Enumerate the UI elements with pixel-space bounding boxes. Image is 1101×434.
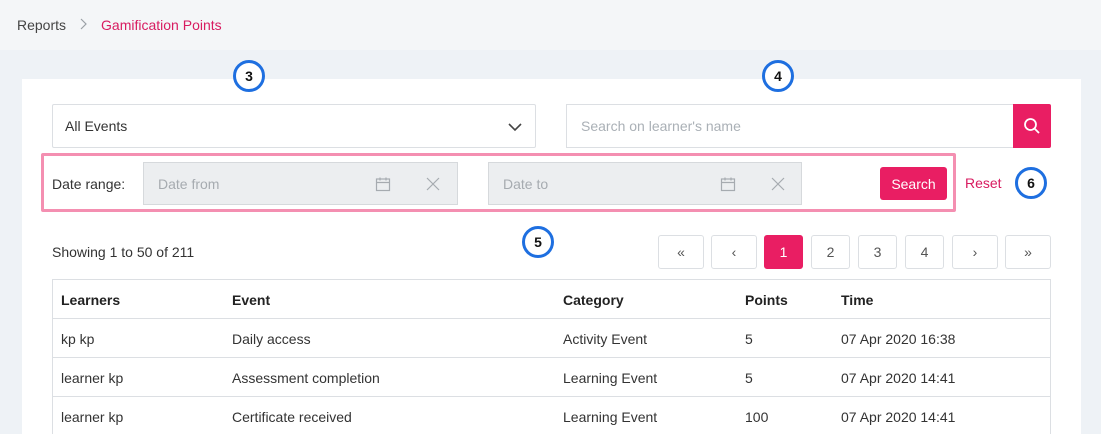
column-header-time[interactable]: Time (841, 292, 873, 308)
cell-time: 07 Apr 2020 16:38 (841, 331, 956, 347)
annotation-marker-6: 6 (1015, 167, 1047, 199)
cell-learner: kp kp (61, 331, 95, 347)
results-count: Showing 1 to 50 of 211 (52, 244, 195, 260)
date-range-label: Date range: (52, 176, 126, 192)
breadcrumb-reports[interactable]: Reports (17, 17, 66, 33)
event-select-value: All Events (65, 118, 128, 134)
cell-points: 100 (745, 409, 769, 425)
clear-icon[interactable] (770, 176, 786, 192)
column-header-event[interactable]: Event (232, 292, 270, 308)
cell-points: 5 (745, 331, 753, 347)
cell-time: 07 Apr 2020 14:41 (841, 370, 956, 386)
event-select[interactable]: All Events (52, 104, 536, 148)
breadcrumb-current: Gamification Points (101, 17, 222, 33)
annotation-marker-5: 5 (522, 226, 554, 258)
column-header-points[interactable]: Points (745, 292, 788, 308)
pagination-page-3[interactable]: 3 (858, 235, 897, 269)
table-header-row: Learners Event Category Points Time (53, 280, 1050, 319)
pagination-prev[interactable]: ‹ (711, 235, 757, 269)
table-row: kp kp Daily access Activity Event 5 07 A… (53, 319, 1050, 358)
cell-category: Activity Event (563, 331, 648, 347)
pagination-last[interactable]: » (1005, 235, 1051, 269)
cell-category: Learning Event (563, 409, 658, 425)
cell-event: Certificate received (232, 409, 352, 425)
learner-search-input[interactable]: Search on learner's name (566, 104, 1014, 148)
pagination-first[interactable]: « (658, 235, 704, 269)
date-to-field[interactable]: Date to (488, 162, 802, 205)
cell-time: 07 Apr 2020 14:41 (841, 409, 956, 425)
chevron-right-icon (79, 18, 88, 33)
table-row: learner kp Certificate received Learning… (53, 397, 1050, 434)
pagination-next[interactable]: › (952, 235, 998, 269)
search-icon-button[interactable] (1013, 104, 1051, 148)
calendar-icon[interactable] (720, 176, 736, 192)
cell-event: Daily access (232, 331, 311, 347)
cell-learner: learner kp (61, 409, 124, 425)
date-to-placeholder: Date to (503, 175, 549, 192)
search-icon (1024, 118, 1040, 134)
cell-event: Assessment completion (232, 370, 380, 386)
cell-learner: learner kp (61, 370, 124, 386)
column-header-category[interactable]: Category (563, 292, 624, 308)
pagination-page-4[interactable]: 4 (905, 235, 944, 269)
date-from-placeholder: Date from (158, 175, 220, 192)
chevron-down-icon (508, 123, 522, 132)
column-header-learners[interactable]: Learners (61, 292, 120, 308)
pagination-page-1[interactable]: 1 (764, 235, 803, 269)
gamification-table: Learners Event Category Points Time kp k… (52, 279, 1051, 434)
cell-points: 5 (745, 370, 753, 386)
table-row: learner kp Assessment completion Learnin… (53, 358, 1050, 397)
date-from-field[interactable]: Date from (143, 162, 458, 205)
annotation-marker-3: 3 (233, 60, 265, 92)
learner-search-placeholder: Search on learner's name (581, 118, 741, 134)
pagination-page-2[interactable]: 2 (811, 235, 850, 269)
annotation-marker-4: 4 (762, 60, 794, 92)
reset-link[interactable]: Reset (965, 175, 1002, 191)
clear-icon[interactable] (425, 176, 441, 192)
breadcrumb: Reports Gamification Points (0, 0, 1101, 50)
calendar-icon[interactable] (375, 176, 391, 192)
search-button[interactable]: Search (880, 167, 947, 200)
cell-category: Learning Event (563, 370, 658, 386)
